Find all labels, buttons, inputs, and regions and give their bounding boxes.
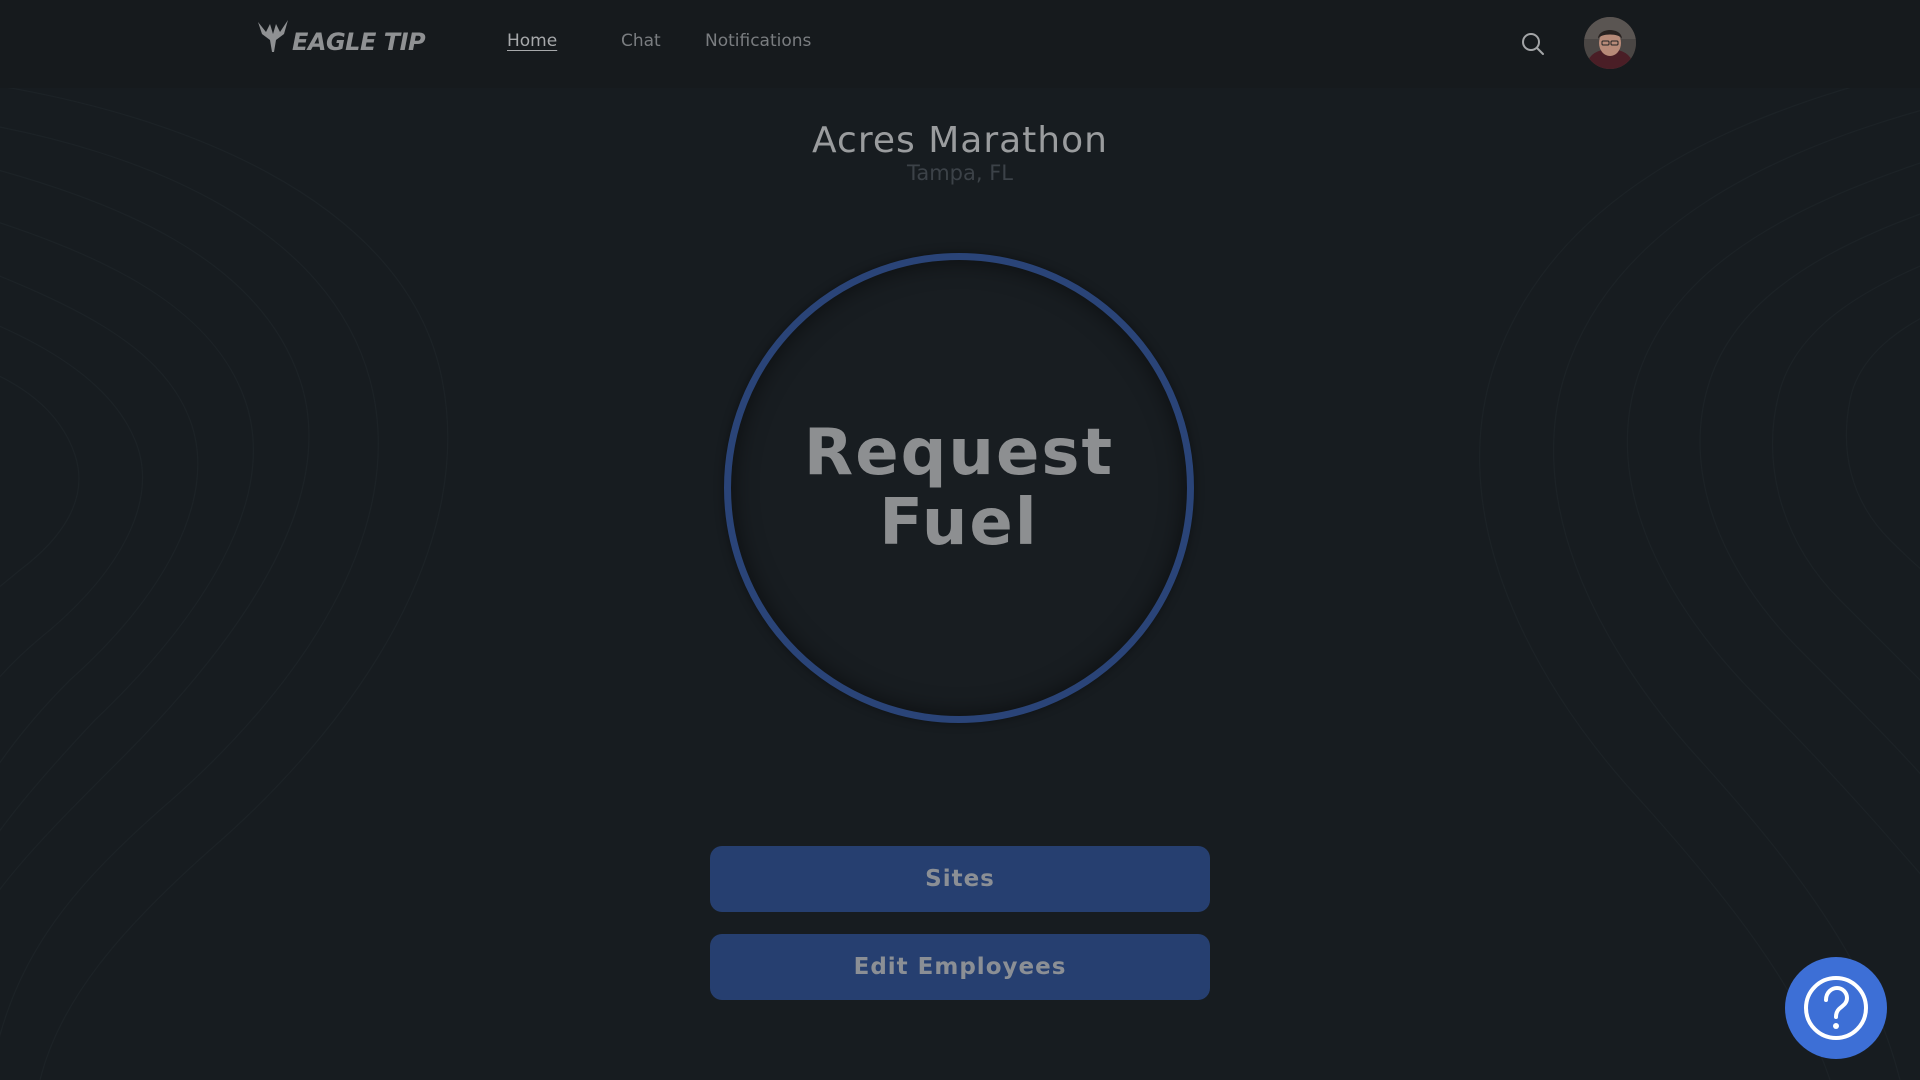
- site-location: Tampa, FL: [906, 161, 1013, 185]
- sites-button[interactable]: Sites: [710, 846, 1210, 912]
- logo-text: EAGLE TIP: [292, 28, 426, 56]
- nav-chat[interactable]: Chat: [621, 31, 661, 51]
- nav-notifications[interactable]: Notifications: [705, 31, 811, 51]
- nav-home[interactable]: Home: [507, 31, 557, 51]
- request-fuel-label-line1: Request: [803, 416, 1115, 490]
- request-fuel-label-line2: Fuel: [879, 486, 1039, 560]
- help-button[interactable]: [1785, 957, 1887, 1059]
- search-button[interactable]: [1520, 31, 1546, 57]
- eagle-tip-logo[interactable]: EAGLE TIP: [256, 16, 428, 58]
- page: EAGLE TIP Home Chat Notifications Acres …: [0, 0, 1920, 1080]
- request-fuel-button[interactable]: Request Fuel: [724, 253, 1194, 723]
- request-fuel-label: Request Fuel: [779, 418, 1139, 558]
- eagle-logo-icon: [258, 20, 288, 52]
- edit-employees-button[interactable]: Edit Employees: [710, 934, 1210, 1000]
- site-name: Acres Marathon: [812, 120, 1108, 161]
- search-icon: [1522, 33, 1544, 55]
- question-icon: [1804, 976, 1868, 1040]
- avatar-portrait: [1584, 17, 1636, 69]
- top-navigation-bar: EAGLE TIP Home Chat Notifications: [0, 0, 1920, 88]
- user-avatar[interactable]: [1584, 17, 1636, 69]
